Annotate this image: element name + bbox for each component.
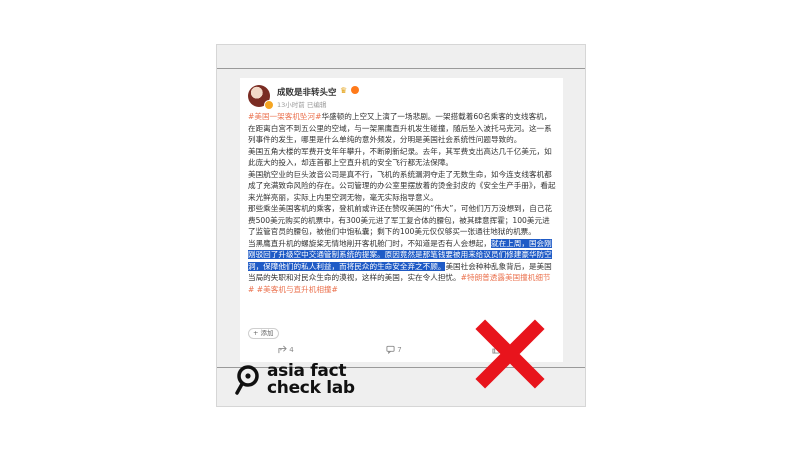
edited-label: 已编辑 <box>306 101 327 109</box>
comment-count: 7 <box>397 346 402 354</box>
verified-badge-icon <box>264 100 274 110</box>
paragraph-2: 美国五角大楼的军费开支年年攀升，不断刷新纪录。去年，其军费支出高达几千亿美元，如… <box>248 146 552 168</box>
comment-icon <box>386 345 395 355</box>
username[interactable]: 成败是非转头空 <box>277 86 337 98</box>
brand-wordmark: asia fact check lab <box>267 363 355 397</box>
paragraph-4: 那些乘坐美国客机的乘客，登机前或许还在赞叹美国的“伟大”，可他们万万没想到，自己… <box>248 204 553 236</box>
paragraph-5: 当黑鹰直升机的螺旋桨无情地削开客机舱门时，不知道是否有人会想起，就在上周，国会刚… <box>248 238 556 296</box>
post-meta: 13小时前 已编辑 <box>277 99 326 109</box>
post-time[interactable]: 13小时前 <box>277 101 305 109</box>
share-count: 4 <box>289 346 294 354</box>
comment-action[interactable]: 7 <box>386 345 402 355</box>
hashtag-link[interactable]: #美客机与直升机相撞# <box>257 285 338 294</box>
magnifier-logo-icon <box>235 365 259 395</box>
paragraph-3: 美国航空业的巨头波音公司是真不行，飞机的系统漏洞夺走了无数生命，如今连支线客机都… <box>248 169 556 202</box>
hashtag-link[interactable]: #美国一架客机坠河# <box>248 112 321 121</box>
red-x-false-icon <box>475 319 545 389</box>
paragraph-1: #美国一架客机坠河#华盛顿的上空又上演了一场悲剧。一架搭载着60名乘客的支线客机… <box>248 111 556 146</box>
crown-icon: ♛ <box>340 86 348 95</box>
paragraph-text: 当黑鹰直升机的螺旋桨无情地削开客机舱门时，不知道是否有人会想起， <box>248 238 491 248</box>
share-icon <box>278 345 287 354</box>
brand-line-2: check lab <box>267 378 355 398</box>
top-rule <box>217 68 585 69</box>
share-action[interactable]: 4 <box>278 345 294 354</box>
post-body: #美国一架客机坠河#华盛顿的上空又上演了一场悲剧。一架搭载着60名乘客的支线客机… <box>248 111 556 295</box>
member-badge-icon <box>351 86 359 94</box>
add-button[interactable]: + 添加 <box>248 328 279 339</box>
